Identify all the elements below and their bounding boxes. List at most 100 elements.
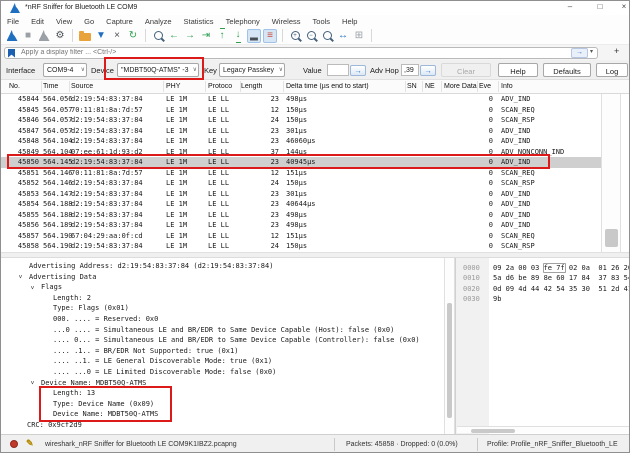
column-header-sn[interactable]: SN	[407, 83, 423, 90]
scrollbar-thumb[interactable]	[447, 303, 452, 418]
packet-row[interactable]: 45855564.188d2:19:54:83:37:84LE 1MLE LL2…	[1, 210, 601, 221]
key-select[interactable]: Legacy Passkey∨	[219, 63, 285, 77]
start-capture-icon[interactable]	[5, 29, 19, 43]
scrollbar-thumb[interactable]	[471, 429, 515, 433]
column-header-time[interactable]: Time	[43, 83, 70, 90]
column-header-source[interactable]: Source	[71, 83, 165, 90]
menu-tools[interactable]: Tools	[307, 17, 337, 26]
log-button[interactable]: Log	[596, 63, 628, 77]
detail-line[interactable]: .... ...0 = LE Limited Discoverable Mode…	[53, 368, 276, 376]
packet-row[interactable]: 45857564.19067:04:29:aa:0f:cdLE 1MLE LL1…	[1, 231, 601, 242]
packet-row[interactable]: 45852564.146d2:19:54:83:37:84LE 1MLE LL2…	[1, 178, 601, 189]
auto-scroll-icon[interactable]: ▂	[247, 29, 261, 43]
detail-line[interactable]: Flags	[41, 283, 62, 291]
menu-capture[interactable]: Capture	[100, 17, 139, 26]
value-input[interactable]	[327, 64, 349, 76]
packet-row[interactable]: 45847564.057d2:19:54:83:37:84LE 1MLE LL2…	[1, 126, 601, 137]
menu-statistics[interactable]: Statistics	[178, 17, 220, 26]
detail-line[interactable]: .... ..1. = LE General Discoverable Mode…	[53, 357, 272, 365]
hex-scrollbar[interactable]	[457, 426, 629, 433]
zoom-original-icon[interactable]	[320, 29, 334, 43]
help-button[interactable]: Help	[498, 63, 538, 77]
detail-line[interactable]: Type: Flags (0x01)	[53, 304, 129, 312]
detail-line[interactable]: .... .1.. = BR/EDR Not Supported: true (…	[53, 347, 238, 355]
menu-wireless[interactable]: Wireless	[266, 17, 307, 26]
detail-line[interactable]: Device Name: MDBT50Q-ATMS	[53, 410, 158, 418]
detail-line[interactable]: Advertising Data	[29, 273, 96, 281]
open-file-icon[interactable]	[78, 29, 92, 43]
filter-dropdown-caret-icon[interactable]: ▾	[590, 48, 593, 55]
restart-capture-icon[interactable]	[37, 29, 51, 43]
columns-icon[interactable]: ⊞	[352, 29, 366, 43]
column-header-delta[interactable]: Delta time (µs end to start)	[286, 83, 404, 90]
detail-line[interactable]: Length: 13	[53, 389, 95, 397]
device-select[interactable]: "MDBT50Q-ATMS" -3∨	[117, 63, 199, 77]
expert-info-icon[interactable]	[10, 440, 18, 448]
tree-expand-icon[interactable]: >	[28, 381, 35, 385]
packet-row[interactable]: 45845564.05770:11:81:8a:7d:57LE 1MLE LL1…	[1, 105, 601, 116]
hex-bytes[interactable]: 9b	[493, 295, 501, 303]
apply-filter-button[interactable]: →	[571, 48, 588, 58]
details-scrollbar[interactable]	[444, 258, 455, 434]
column-header-no[interactable]: No.	[9, 83, 39, 90]
packet-row[interactable]: 45849564.10407:ee:61:1d:93:d2LE 1MLE LL3…	[1, 147, 601, 158]
column-header-length[interactable]: Length	[241, 83, 279, 90]
column-header-protocol[interactable]: Protoco	[208, 83, 242, 90]
column-header-ne[interactable]: NE	[425, 83, 442, 90]
detail-line[interactable]: Type: Device Name (0x09)	[53, 400, 154, 408]
tree-expand-icon[interactable]: >	[16, 275, 23, 279]
column-header-event[interactable]: Eve	[479, 83, 493, 90]
close-file-icon[interactable]: ×	[110, 29, 124, 43]
close-button[interactable]: ×	[617, 2, 630, 11]
detail-line[interactable]: Device Name: MDBT50Q-ATMS	[41, 379, 146, 387]
detail-line[interactable]: CRC: 0x9cf2d9	[27, 421, 82, 429]
hex-bytes[interactable]: 5a d6 be 89 8e 60 17 84 37 83 54	[493, 274, 630, 282]
go-forward-icon[interactable]: →	[183, 29, 197, 43]
menu-file[interactable]: File	[1, 17, 25, 26]
save-file-icon[interactable]: ▼	[94, 29, 108, 43]
value-apply-button[interactable]: →	[350, 65, 366, 76]
packet-row[interactable]: 45854564.188d2:19:54:83:37:84LE 1MLE LL2…	[1, 199, 601, 210]
hex-bytes[interactable]: 09 2a 00 03 fe 7f 02 0a 01 26 20	[493, 264, 630, 272]
zoom-out-icon[interactable]: −	[304, 29, 318, 43]
maximize-button[interactable]: □	[593, 2, 607, 11]
menu-view[interactable]: View	[50, 17, 78, 26]
menu-help[interactable]: Help	[336, 17, 363, 26]
detail-line[interactable]: .... 0... = Simultaneous LE and BR/EDR t…	[53, 336, 420, 344]
packet-row[interactable]: 45846564.057d2:19:54:83:37:84LE 1MLE LL2…	[1, 115, 601, 126]
display-filter-input[interactable]	[4, 47, 598, 59]
packet-list-scrollbar[interactable]	[601, 94, 621, 252]
colorize-icon[interactable]: ≡	[263, 29, 277, 43]
minimize-button[interactable]: –	[563, 2, 577, 11]
stop-capture-icon[interactable]: ■	[21, 29, 35, 43]
clear-button[interactable]: Clear	[441, 63, 491, 77]
advhop-apply-button[interactable]: →	[420, 65, 436, 76]
zoom-in-icon[interactable]: +	[288, 29, 302, 43]
detail-line[interactable]: 000. .... = Reserved: 0x0	[53, 315, 158, 323]
menu-edit[interactable]: Edit	[25, 17, 50, 26]
profile-name[interactable]: Profile: Profile_nRF_Sniffer_Bluetooth_L…	[487, 441, 618, 448]
packet-row[interactable]: 45848564.104d2:19:54:83:37:84LE 1MLE LL2…	[1, 136, 601, 147]
go-to-packet-icon[interactable]: ⇥	[199, 29, 213, 43]
packet-row[interactable]: 45844564.056d2:19:54:83:37:84LE 1MLE LL2…	[1, 94, 601, 105]
go-to-bottom-icon[interactable]: ↓	[231, 29, 245, 43]
go-to-top-icon[interactable]: ↑	[215, 29, 229, 43]
tree-expand-icon[interactable]: >	[28, 285, 35, 289]
resize-columns-icon[interactable]: ↔	[336, 29, 350, 43]
find-packet-icon[interactable]	[151, 29, 165, 43]
packet-row[interactable]: 45853564.147d2:19:54:83:37:84LE 1MLE LL2…	[1, 189, 601, 200]
menu-go[interactable]: Go	[78, 17, 100, 26]
packet-row[interactable]: 45858564.190d2:19:54:83:37:84LE 1MLE LL2…	[1, 241, 601, 252]
interface-select[interactable]: COM9-4∨	[43, 63, 87, 77]
add-filter-button[interactable]: +	[614, 46, 619, 56]
detail-line[interactable]: Advertising Address: d2:19:54:83:37:84 (…	[29, 262, 273, 270]
menu-analyze[interactable]: Analyze	[139, 17, 178, 26]
column-header-info[interactable]: Info	[501, 83, 627, 90]
packet-row[interactable]: 45856564.189d2:19:54:83:37:84LE 1MLE LL2…	[1, 220, 601, 231]
capture-options-icon[interactable]: ⚙	[53, 29, 67, 43]
capture-comment-icon[interactable]: ✎	[26, 438, 34, 449]
column-header-phy[interactable]: PHY	[166, 83, 206, 90]
packet-row[interactable]: 45851564.14670:11:81:8a:7d:57LE 1MLE LL1…	[1, 168, 601, 179]
reload-file-icon[interactable]: ↻	[126, 29, 140, 43]
detail-line[interactable]: ...0 .... = Simultaneous LE and BR/EDR t…	[53, 326, 394, 334]
